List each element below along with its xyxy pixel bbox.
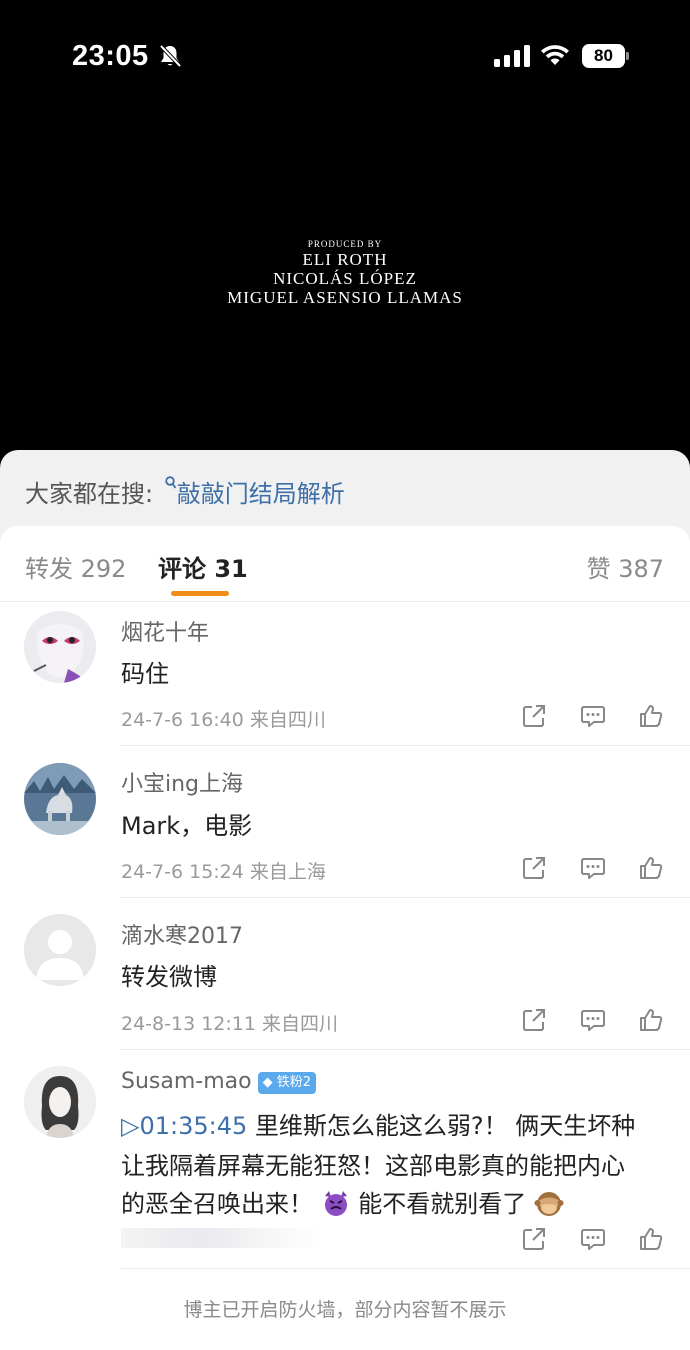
share-icon[interactable] — [521, 855, 547, 881]
fan-badge-label: 铁粉2 — [276, 1075, 312, 1090]
comment-meta: 24-8-13 12:11 来自四川 — [121, 1013, 338, 1035]
trending-search: 大家都在搜: 敲敲门结局解析 — [25, 474, 345, 509]
comment-username[interactable]: 烟花十年 — [121, 615, 209, 647]
reply-icon[interactable] — [580, 855, 606, 881]
fan-badge: ◆ 铁粉2 — [257, 1072, 317, 1094]
comment-meta: 24-7-6 15:24 来自上海 — [121, 861, 326, 883]
avatar[interactable] — [24, 763, 96, 835]
reply-icon[interactable] — [580, 703, 606, 729]
trending-search-label: 大家都在搜: — [25, 480, 154, 508]
reply-icon[interactable] — [580, 1007, 606, 1033]
reply-icon[interactable] — [580, 1226, 606, 1252]
search-icon — [165, 476, 176, 489]
divider — [121, 1268, 690, 1269]
divider — [121, 1049, 690, 1050]
devil-emoji-icon — [324, 1191, 347, 1216]
comment-username[interactable]: 滴水寒2017 — [121, 918, 243, 950]
like-icon[interactable] — [638, 703, 664, 729]
comment-text: 码住 — [121, 660, 169, 688]
share-icon[interactable] — [521, 1226, 547, 1252]
battery-indicator: 80 — [582, 44, 630, 68]
video-credits: PRODUCED BY ELI ROTH NICOLÁS LÓPEZ MIGUE… — [0, 238, 690, 307]
comment-meta: 24-7-6 16:40 来自四川 — [121, 709, 326, 731]
trending-search-link[interactable]: 敲敲门结局解析 — [177, 480, 345, 508]
comment-text-line: 让我隔着屏幕无能狂怒！这部电影真的能把内心 — [121, 1152, 625, 1180]
tab-comments[interactable]: 评论 31 — [158, 549, 248, 584]
comment-username[interactable]: Susam-mao ◆ 铁粉2 — [121, 1069, 317, 1094]
firewall-notice: 博主已开启防火墙，部分内容暂不展示 — [183, 1299, 507, 1321]
credit-line: NICOLÁS LÓPEZ — [273, 269, 417, 288]
see-no-evil-monkey-icon — [534, 1192, 564, 1216]
status-time: 23:05 — [72, 40, 149, 72]
divider — [0, 601, 690, 602]
comment-text-line: 的恶全召唤出来！ — [121, 1190, 313, 1218]
comment-text-line: 能不看就别看了 — [358, 1190, 527, 1218]
comment-text-line: 里维斯怎么能这么弱?！ 俩天生坏种 — [254, 1112, 636, 1140]
tab-reposts[interactable]: 转发 292 — [25, 549, 126, 584]
active-tab-indicator — [171, 591, 229, 596]
comment-text: Mark，电影 — [121, 812, 253, 840]
credit-heading: PRODUCED BY — [307, 239, 383, 249]
credit-line: MIGUEL ASENSIO LLAMAS — [227, 288, 463, 307]
avatar[interactable] — [24, 611, 96, 683]
comment-text: 的恶全召唤出来！ 能不看就别看了 — [121, 1184, 564, 1219]
battery-percent: 80 — [594, 46, 613, 65]
like-icon[interactable] — [638, 1007, 664, 1033]
bell-muted-icon — [159, 44, 182, 68]
like-icon[interactable] — [638, 855, 664, 881]
like-icon[interactable] — [638, 1226, 664, 1252]
share-icon[interactable] — [521, 1007, 547, 1033]
divider — [121, 897, 690, 898]
credit-line: ELI ROTH — [302, 250, 388, 269]
avatar[interactable] — [24, 914, 96, 986]
video-timestamp-link[interactable]: ▷01:35:45 — [121, 1112, 247, 1140]
wifi-icon — [541, 45, 569, 65]
signal-icon — [494, 45, 530, 67]
divider — [121, 745, 690, 746]
share-icon[interactable] — [521, 703, 547, 729]
comment-text: ▷01:35:45 里维斯怎么能这么弱?！ 俩天生坏种 — [121, 1106, 635, 1141]
tab-likes[interactable]: 赞 387 — [587, 549, 664, 584]
comment-text: 转发微博 — [121, 963, 217, 991]
avatar[interactable] — [24, 1066, 96, 1138]
video-timestamp: 01:35:45 — [139, 1112, 248, 1140]
comment-username-text: Susam-mao — [121, 1069, 252, 1094]
status-bar: 23:05 80 — [0, 0, 690, 110]
blurred-text — [121, 1228, 321, 1248]
comment-username[interactable]: 小宝ing上海 — [121, 766, 243, 798]
